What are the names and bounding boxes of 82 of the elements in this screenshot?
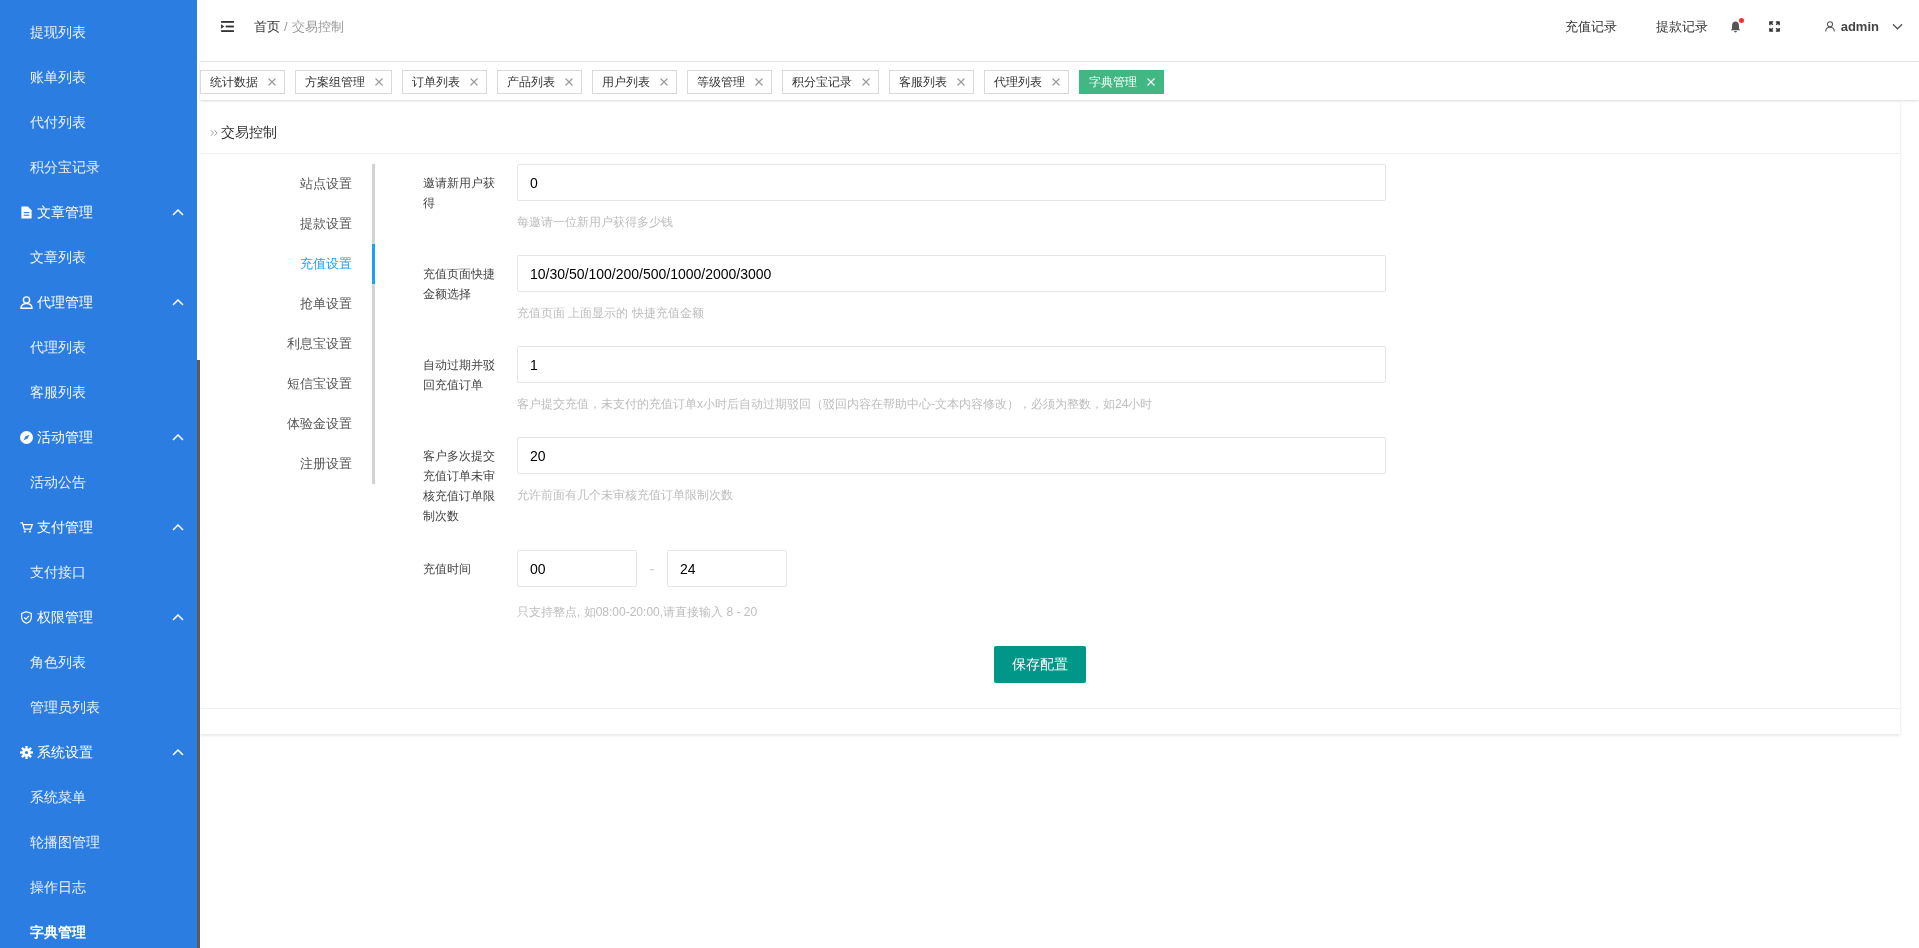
sidebar-group-item[interactable]: 支付管理	[0, 505, 197, 550]
settings-tab[interactable]: 提款设置	[200, 204, 375, 244]
settings-tab[interactable]: 注册设置	[200, 444, 375, 484]
sidebar-item[interactable]: 系统菜单	[0, 775, 197, 820]
sidebar-group-item[interactable]: 系统设置	[0, 730, 197, 775]
input-field[interactable]: 0	[517, 164, 1386, 201]
page-tab[interactable]: 用户列表	[592, 70, 677, 94]
close-icon[interactable]	[660, 78, 668, 86]
input-field[interactable]: 10/30/50/100/200/500/1000/2000/3000	[517, 255, 1386, 292]
card-title: 交易控制	[221, 123, 277, 142]
page-tab[interactable]: 积分宝记录	[782, 70, 879, 94]
field-label: 邀请新用户获得	[423, 175, 496, 212]
sidebar-item[interactable]: 支付接口	[0, 550, 197, 595]
breadcrumb-current: 交易控制	[291, 17, 344, 36]
user-menu[interactable]: admin	[1824, 19, 1903, 34]
sidebar-item[interactable]: 提现列表	[0, 10, 197, 55]
fullscreen-icon[interactable]	[1768, 21, 1780, 32]
close-icon[interactable]	[755, 78, 763, 86]
sidebar-item[interactable]: 角色列表	[0, 640, 197, 685]
sidebar-item[interactable]: 账单列表	[0, 55, 197, 100]
input-field[interactable]: 00	[517, 550, 637, 587]
close-icon[interactable]	[862, 78, 870, 86]
settings-tab[interactable]: 体验金设置	[200, 404, 375, 444]
gear-icon	[20, 746, 33, 759]
field-label: 自动过期并驳回充值订单	[423, 357, 496, 394]
sidebar-item[interactable]: 轮播图管理	[0, 820, 197, 865]
sidebar-item[interactable]: 字典管理	[0, 910, 197, 948]
close-icon[interactable]	[1052, 78, 1060, 86]
field-label: 充值时间	[423, 561, 472, 578]
help-text: 客户提交充值，未支付的充值订单x小时后自动过期驳回（驳回内容在帮助中心-文本内容修改），必须为整数，如24小时	[517, 396, 1154, 413]
compass-icon	[20, 431, 33, 444]
page-tab[interactable]: 客服列表	[889, 70, 974, 94]
settings-tab[interactable]: 抢单设置	[200, 284, 375, 324]
menu-icon[interactable]	[221, 21, 234, 32]
close-icon[interactable]	[470, 78, 478, 86]
input-field[interactable]: 20	[517, 437, 1386, 474]
sidebar-item[interactable]: 文章列表	[0, 235, 197, 280]
range-separator: -	[648, 560, 656, 577]
sidebar-group-item[interactable]: 文章管理	[0, 190, 197, 235]
scrollbar-thumb[interactable]	[197, 360, 200, 948]
sidebar-group-item[interactable]: 代理管理	[0, 280, 197, 325]
page-tab[interactable]: 代理列表	[984, 70, 1069, 94]
user-icon	[1824, 21, 1835, 32]
header-link[interactable]: 提款记录	[1655, 17, 1708, 36]
help-text: 只支持整点, 如08:00-20:00,请直接输入 8 - 20	[517, 604, 759, 621]
sidebar-item[interactable]: 活动公告	[0, 460, 197, 505]
sidebar-item[interactable]: 代理列表	[0, 325, 197, 370]
page-tab[interactable]: 产品列表	[497, 70, 582, 94]
close-icon[interactable]	[375, 78, 383, 86]
field-label: 充值页面快捷金额选择	[423, 266, 496, 303]
sidebar-item[interactable]: 积分宝记录	[0, 145, 197, 190]
field-label: 客户多次提交充值订单未审核充值订单限制次数	[423, 448, 496, 525]
user-icon	[20, 296, 33, 309]
breadcrumb-link[interactable]: 首页	[254, 17, 280, 36]
breadcrumb-separator: /	[284, 19, 288, 34]
close-icon[interactable]	[957, 78, 965, 86]
input-field[interactable]: 1	[517, 346, 1386, 383]
page-tab[interactable]: 统计数据	[200, 70, 285, 94]
document-icon	[20, 206, 33, 219]
sidebar-item[interactable]: 客服列表	[0, 370, 197, 415]
shield-check-icon	[20, 611, 33, 624]
settings-tab[interactable]: 短信宝设置	[200, 364, 375, 404]
settings-tab[interactable]: 站点设置	[200, 164, 375, 204]
cart-icon	[20, 521, 33, 534]
double-chevron-icon	[210, 128, 218, 137]
save-button[interactable]: 保存配置	[994, 646, 1086, 683]
sidebar-group-item[interactable]: 权限管理	[0, 595, 197, 640]
page-tab[interactable]: 订单列表	[402, 70, 487, 94]
sidebar-item[interactable]: 代付列表	[0, 100, 197, 145]
page-tab[interactable]: 等级管理	[687, 70, 772, 94]
page-tab[interactable]: 方案组管理	[295, 70, 392, 94]
bell-icon[interactable]	[1729, 20, 1741, 33]
header-link[interactable]: 充值记录	[1564, 17, 1617, 36]
close-icon[interactable]	[565, 78, 573, 86]
input-field[interactable]: 24	[667, 550, 787, 587]
settings-tab[interactable]: 利息宝设置	[200, 324, 375, 364]
help-text: 允许前面有几个未审核充值订单限制次数	[517, 487, 734, 504]
chevron-down-icon	[1892, 23, 1903, 30]
sidebar-item[interactable]: 操作日志	[0, 865, 197, 910]
close-icon[interactable]	[268, 78, 276, 86]
sidebar-group-item[interactable]: 活动管理	[0, 415, 197, 460]
sidebar-item[interactable]: 管理员列表	[0, 685, 197, 730]
